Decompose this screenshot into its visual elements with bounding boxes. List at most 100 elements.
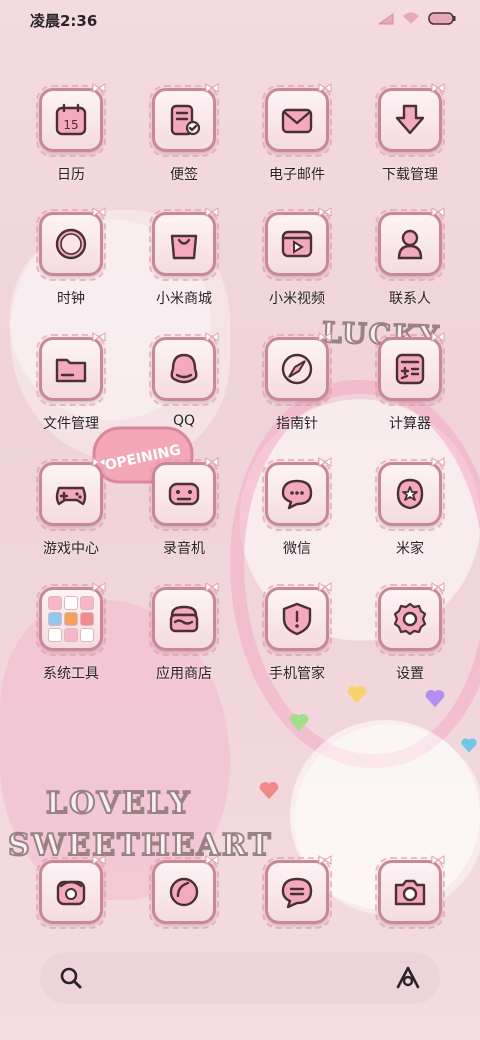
bow-icon — [205, 457, 219, 467]
app-label: 游戏中心 — [43, 541, 99, 557]
dock-icon-tile[interactable] — [262, 855, 332, 929]
dock-icon-tile[interactable] — [149, 855, 219, 929]
app-gamepad[interactable]: 游戏中心 — [26, 457, 116, 558]
search-icon[interactable] — [60, 967, 82, 989]
app-security[interactable]: 手机管家 — [252, 582, 342, 683]
mail-icon — [281, 108, 313, 134]
app-label: 系统工具 — [43, 666, 99, 682]
bow-icon — [431, 207, 445, 217]
bow-icon — [318, 207, 332, 217]
status-icons — [378, 12, 456, 25]
app-wechat[interactable]: 微信 — [252, 457, 342, 558]
app-contacts[interactable]: 联系人 — [365, 207, 455, 308]
security-icon — [282, 602, 312, 636]
app-icon-tile[interactable] — [262, 332, 332, 406]
recorder-icon — [168, 482, 200, 506]
app-calendar[interactable]: 15 日历 — [26, 83, 116, 184]
dock-camera[interactable] — [365, 855, 455, 929]
assistant-icon[interactable] — [396, 966, 420, 990]
calendar-day-text: 15 — [63, 118, 78, 132]
browser-icon — [169, 877, 199, 907]
bow-icon — [318, 582, 332, 592]
app-folder-tools[interactable]: 系统工具 — [26, 582, 116, 683]
app-label: 小米商城 — [156, 291, 212, 307]
app-folder[interactable]: 文件管理 — [26, 332, 116, 433]
folder-tools-icon — [48, 596, 94, 642]
app-qq[interactable]: QQ — [139, 332, 229, 429]
app-icon-tile[interactable] — [149, 332, 219, 406]
bow-icon — [205, 855, 219, 865]
app-label: 文件管理 — [43, 416, 99, 432]
battery-icon — [428, 12, 456, 25]
app-icon-tile[interactable]: 15 — [36, 83, 106, 157]
app-compass[interactable]: 指南针 — [252, 332, 342, 433]
dock-icon-tile[interactable] — [375, 855, 445, 929]
app-calculator[interactable]: 计算器 — [365, 332, 455, 433]
app-icon-tile[interactable] — [36, 332, 106, 406]
folder-icon — [55, 358, 87, 383]
app-icon-tile[interactable] — [36, 207, 106, 281]
app-icon-tile[interactable] — [149, 582, 219, 656]
app-icon-tile[interactable] — [36, 582, 106, 656]
app-icon-tile[interactable] — [262, 83, 332, 157]
bow-icon — [92, 83, 106, 93]
search-bar[interactable] — [40, 952, 440, 1004]
app-icon-tile[interactable] — [262, 582, 332, 656]
app-app-store[interactable]: 应用商店 — [139, 582, 229, 683]
bow-icon — [205, 83, 219, 93]
bow-icon — [431, 457, 445, 467]
mijia-icon — [396, 478, 424, 510]
app-download[interactable]: 下载管理 — [365, 83, 455, 184]
dock-browser[interactable] — [139, 855, 229, 929]
contacts-icon — [397, 229, 423, 260]
app-icon-tile[interactable] — [375, 332, 445, 406]
messages-icon — [281, 877, 313, 909]
dock-icon-tile[interactable] — [36, 855, 106, 929]
wifi-icon — [403, 12, 419, 24]
heart-icon — [289, 714, 309, 732]
app-icon-tile[interactable] — [375, 207, 445, 281]
app-mijia[interactable]: 米家 — [365, 457, 455, 558]
app-label: QQ — [172, 413, 196, 429]
bow-icon — [431, 83, 445, 93]
app-icon-tile[interactable] — [149, 457, 219, 531]
camera-icon — [394, 879, 426, 906]
phone-icon — [56, 880, 86, 906]
dock-messages[interactable] — [252, 855, 342, 929]
app-label: 米家 — [396, 541, 424, 557]
app-mail[interactable]: 电子邮件 — [252, 83, 342, 184]
bow-icon — [431, 332, 445, 342]
app-video[interactable]: 小米视频 — [252, 207, 342, 308]
app-icon-tile[interactable] — [149, 83, 219, 157]
app-icon-tile[interactable] — [375, 582, 445, 656]
app-recorder[interactable]: 录音机 — [139, 457, 229, 558]
bow-icon — [318, 83, 332, 93]
qq-icon — [170, 353, 198, 384]
app-icon-tile[interactable] — [262, 457, 332, 531]
app-icon-tile[interactable] — [36, 457, 106, 531]
bow-icon — [92, 855, 106, 865]
app-clock[interactable]: 时钟 — [26, 207, 116, 308]
clock-icon — [55, 228, 87, 260]
app-icon-tile[interactable] — [375, 83, 445, 157]
app-notes[interactable]: 便签 — [139, 83, 229, 184]
app-icon-tile[interactable] — [375, 457, 445, 531]
status-bar: 凌晨2:36 — [0, 0, 480, 38]
app-icon-tile[interactable] — [262, 207, 332, 281]
app-icon-tile[interactable] — [149, 207, 219, 281]
gamepad-icon — [55, 486, 87, 506]
settings-icon — [393, 602, 427, 636]
calendar-icon: 15 — [55, 103, 87, 136]
app-settings[interactable]: 设置 — [365, 582, 455, 683]
app-label: 设置 — [396, 666, 424, 682]
bow-icon — [205, 332, 219, 342]
dock-phone[interactable] — [26, 855, 116, 929]
app-label: 录音机 — [163, 541, 205, 557]
app-shopping-bag[interactable]: 小米商城 — [139, 207, 229, 308]
bow-icon — [205, 207, 219, 217]
heart-icon — [461, 738, 477, 753]
app-label: 微信 — [283, 541, 311, 557]
heart-icon — [259, 782, 279, 800]
app-label: 便签 — [170, 167, 198, 183]
wechat-icon — [281, 479, 313, 510]
